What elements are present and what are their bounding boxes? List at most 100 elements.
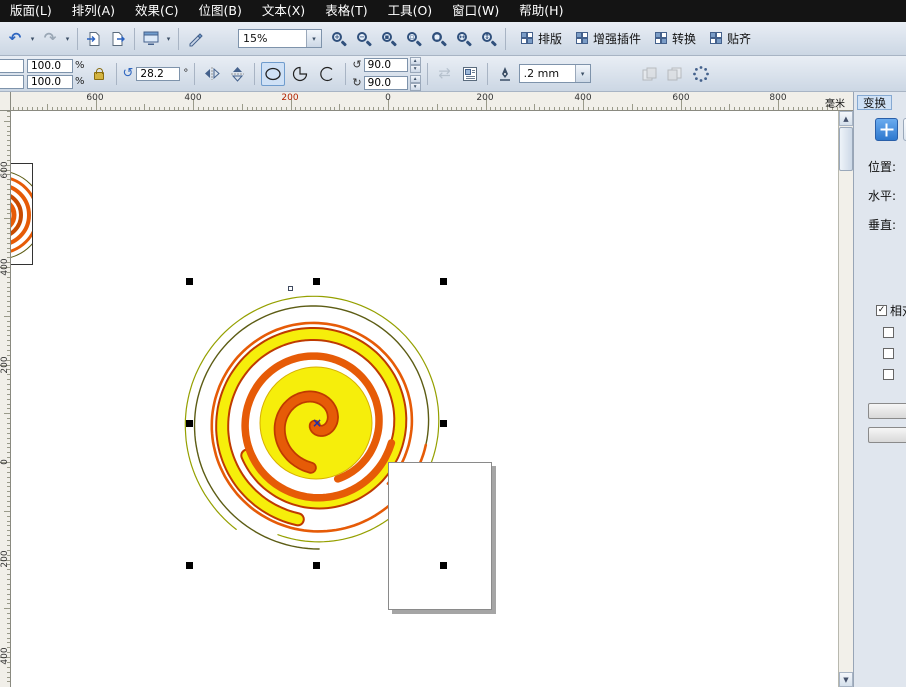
drawing-canvas[interactable]: × <box>11 111 838 687</box>
open-settings-button[interactable] <box>689 62 713 86</box>
mirror-vertical-button[interactable] <box>226 62 248 86</box>
redo-dropdown-button[interactable]: ▾ <box>63 35 72 43</box>
ruler-tick <box>4 316 10 317</box>
redo-button[interactable]: ↷ <box>39 27 61 51</box>
menu-item[interactable]: 位图(B) <box>192 0 249 22</box>
ruler-tick <box>7 667 10 668</box>
apply-button[interactable] <box>868 403 906 419</box>
scale-y-field[interactable] <box>27 75 73 89</box>
lock-ratio-button[interactable] <box>88 62 110 86</box>
scale-x-field[interactable] <box>27 59 73 73</box>
pie-button[interactable] <box>288 62 312 86</box>
zoom-selected-button[interactable]: ▪ <box>378 27 400 51</box>
undo-button[interactable]: ↶ <box>4 27 26 51</box>
end-angle-spinner[interactable]: ▴▾ <box>410 75 421 91</box>
undo-dropdown-button[interactable]: ▾ <box>28 35 37 43</box>
menu-item[interactable]: 效果(C) <box>128 0 185 22</box>
welcome-screen-button[interactable] <box>184 27 206 51</box>
selection-handle[interactable] <box>440 562 447 569</box>
swap-direction-button[interactable]: ⇄ <box>434 62 456 86</box>
horizontal-ruler[interactable]: 06004002000200400600800 <box>11 92 853 110</box>
zoom-all-objects-button[interactable]: ▫ <box>403 27 425 51</box>
layout-button[interactable]: 排版 <box>515 27 568 50</box>
position-y-field-stub[interactable] <box>0 75 24 89</box>
menu-item[interactable]: 窗口(W) <box>445 0 506 22</box>
selection-handle[interactable] <box>186 562 193 569</box>
menu-item[interactable]: 工具(O) <box>381 0 440 22</box>
ellipse-button[interactable] <box>261 62 285 86</box>
zoom-in-icon: + <box>332 32 346 46</box>
vertical-scrollbar[interactable]: ▲ ▼ <box>838 111 853 687</box>
option-checkbox-1[interactable] <box>883 327 894 338</box>
curve-node-marker[interactable] <box>288 286 293 291</box>
ruler-tick <box>7 277 10 278</box>
zoom-out-button[interactable]: − <box>353 27 375 51</box>
scroll-up-button[interactable]: ▲ <box>839 111 853 126</box>
menu-item[interactable]: 文本(X) <box>255 0 312 22</box>
selection-handle[interactable] <box>313 278 320 285</box>
outline-width-arrow[interactable]: ▾ <box>575 65 590 82</box>
zoom-page-width-button[interactable]: ↔ <box>453 27 475 51</box>
ruler-origin-corner[interactable] <box>0 92 11 110</box>
selection-handle[interactable] <box>313 562 320 569</box>
zoom-in-button[interactable]: + <box>328 27 350 51</box>
ruler-tick <box>7 535 10 536</box>
undo-icon: ↶ <box>9 31 22 46</box>
application-dropdown-button[interactable]: ▾ <box>164 35 173 43</box>
zoom-page-button[interactable]: □ <box>428 27 450 51</box>
relative-checkbox[interactable]: ✓ <box>876 305 887 316</box>
wrap-back-button[interactable] <box>664 62 686 86</box>
ruler-tick <box>7 379 10 380</box>
selection-handle[interactable] <box>186 278 193 285</box>
start-angle-field[interactable] <box>364 58 408 72</box>
ruler-tick <box>91 107 92 110</box>
start-angle-spinner[interactable]: ▴▾ <box>410 57 421 73</box>
ruler-tick <box>7 350 10 351</box>
rotation-angle-field[interactable] <box>136 67 180 81</box>
menu-item[interactable]: 表格(T) <box>318 0 374 22</box>
selection-handle[interactable] <box>186 420 193 427</box>
zoom-level-combobox[interactable]: 15% ▾ <box>238 29 322 48</box>
zoom-page-height-button[interactable]: ↕ <box>478 27 500 51</box>
export-button[interactable] <box>107 27 129 51</box>
scrollbar-track[interactable] <box>839 172 853 672</box>
outline-width-combobox[interactable]: .2 mm ▾ <box>519 64 591 83</box>
object-center-mark[interactable]: × <box>312 418 322 428</box>
ruler-tick <box>539 107 540 110</box>
docker-tab-transform[interactable]: 变换 <box>857 95 892 110</box>
toolbar-separator <box>178 28 179 50</box>
ruler-tick <box>276 107 277 110</box>
toolbar-button-label: 增强插件 <box>593 30 641 47</box>
scrollbar-thumb[interactable] <box>839 127 853 171</box>
ruler-tick <box>154 107 155 110</box>
zoom-combobox-arrow[interactable]: ▾ <box>306 30 321 47</box>
selection-handle[interactable] <box>440 420 447 427</box>
vertical-ruler[interactable]: 6004002000200400 <box>0 111 11 687</box>
ruler-tick <box>135 107 136 110</box>
option-checkbox-3[interactable] <box>883 369 894 380</box>
end-angle-field[interactable] <box>364 76 408 90</box>
scroll-down-button[interactable]: ▼ <box>839 672 853 687</box>
position-x-field-stub[interactable] <box>0 59 24 73</box>
import-button[interactable] <box>83 27 105 51</box>
transform-position-button[interactable] <box>875 118 898 141</box>
menu-item[interactable]: 版面(L) <box>3 0 59 22</box>
selection-handle[interactable] <box>440 278 447 285</box>
ruler-tick <box>500 107 501 110</box>
ruler-tick <box>159 107 160 110</box>
arc-button[interactable] <box>315 62 339 86</box>
application-launcher-button[interactable] <box>140 27 162 51</box>
menu-item[interactable]: 排列(A) <box>65 0 122 22</box>
convert-button[interactable]: 转换 <box>649 27 702 50</box>
text-wrap-button[interactable] <box>459 62 481 86</box>
option-checkbox-2[interactable] <box>883 348 894 359</box>
snap-button[interactable]: 贴齐 <box>704 27 757 50</box>
mirror-horizontal-button[interactable] <box>201 62 223 86</box>
mirror-vertical-icon <box>231 66 244 82</box>
apply-to-duplicate-button[interactable] <box>868 427 906 443</box>
ruler-tick <box>554 107 555 110</box>
wrap-front-button[interactable] <box>639 62 661 86</box>
ruler-tick <box>393 107 394 110</box>
plugin-button[interactable]: 增强插件 <box>570 27 647 50</box>
menu-item[interactable]: 帮助(H) <box>512 0 570 22</box>
